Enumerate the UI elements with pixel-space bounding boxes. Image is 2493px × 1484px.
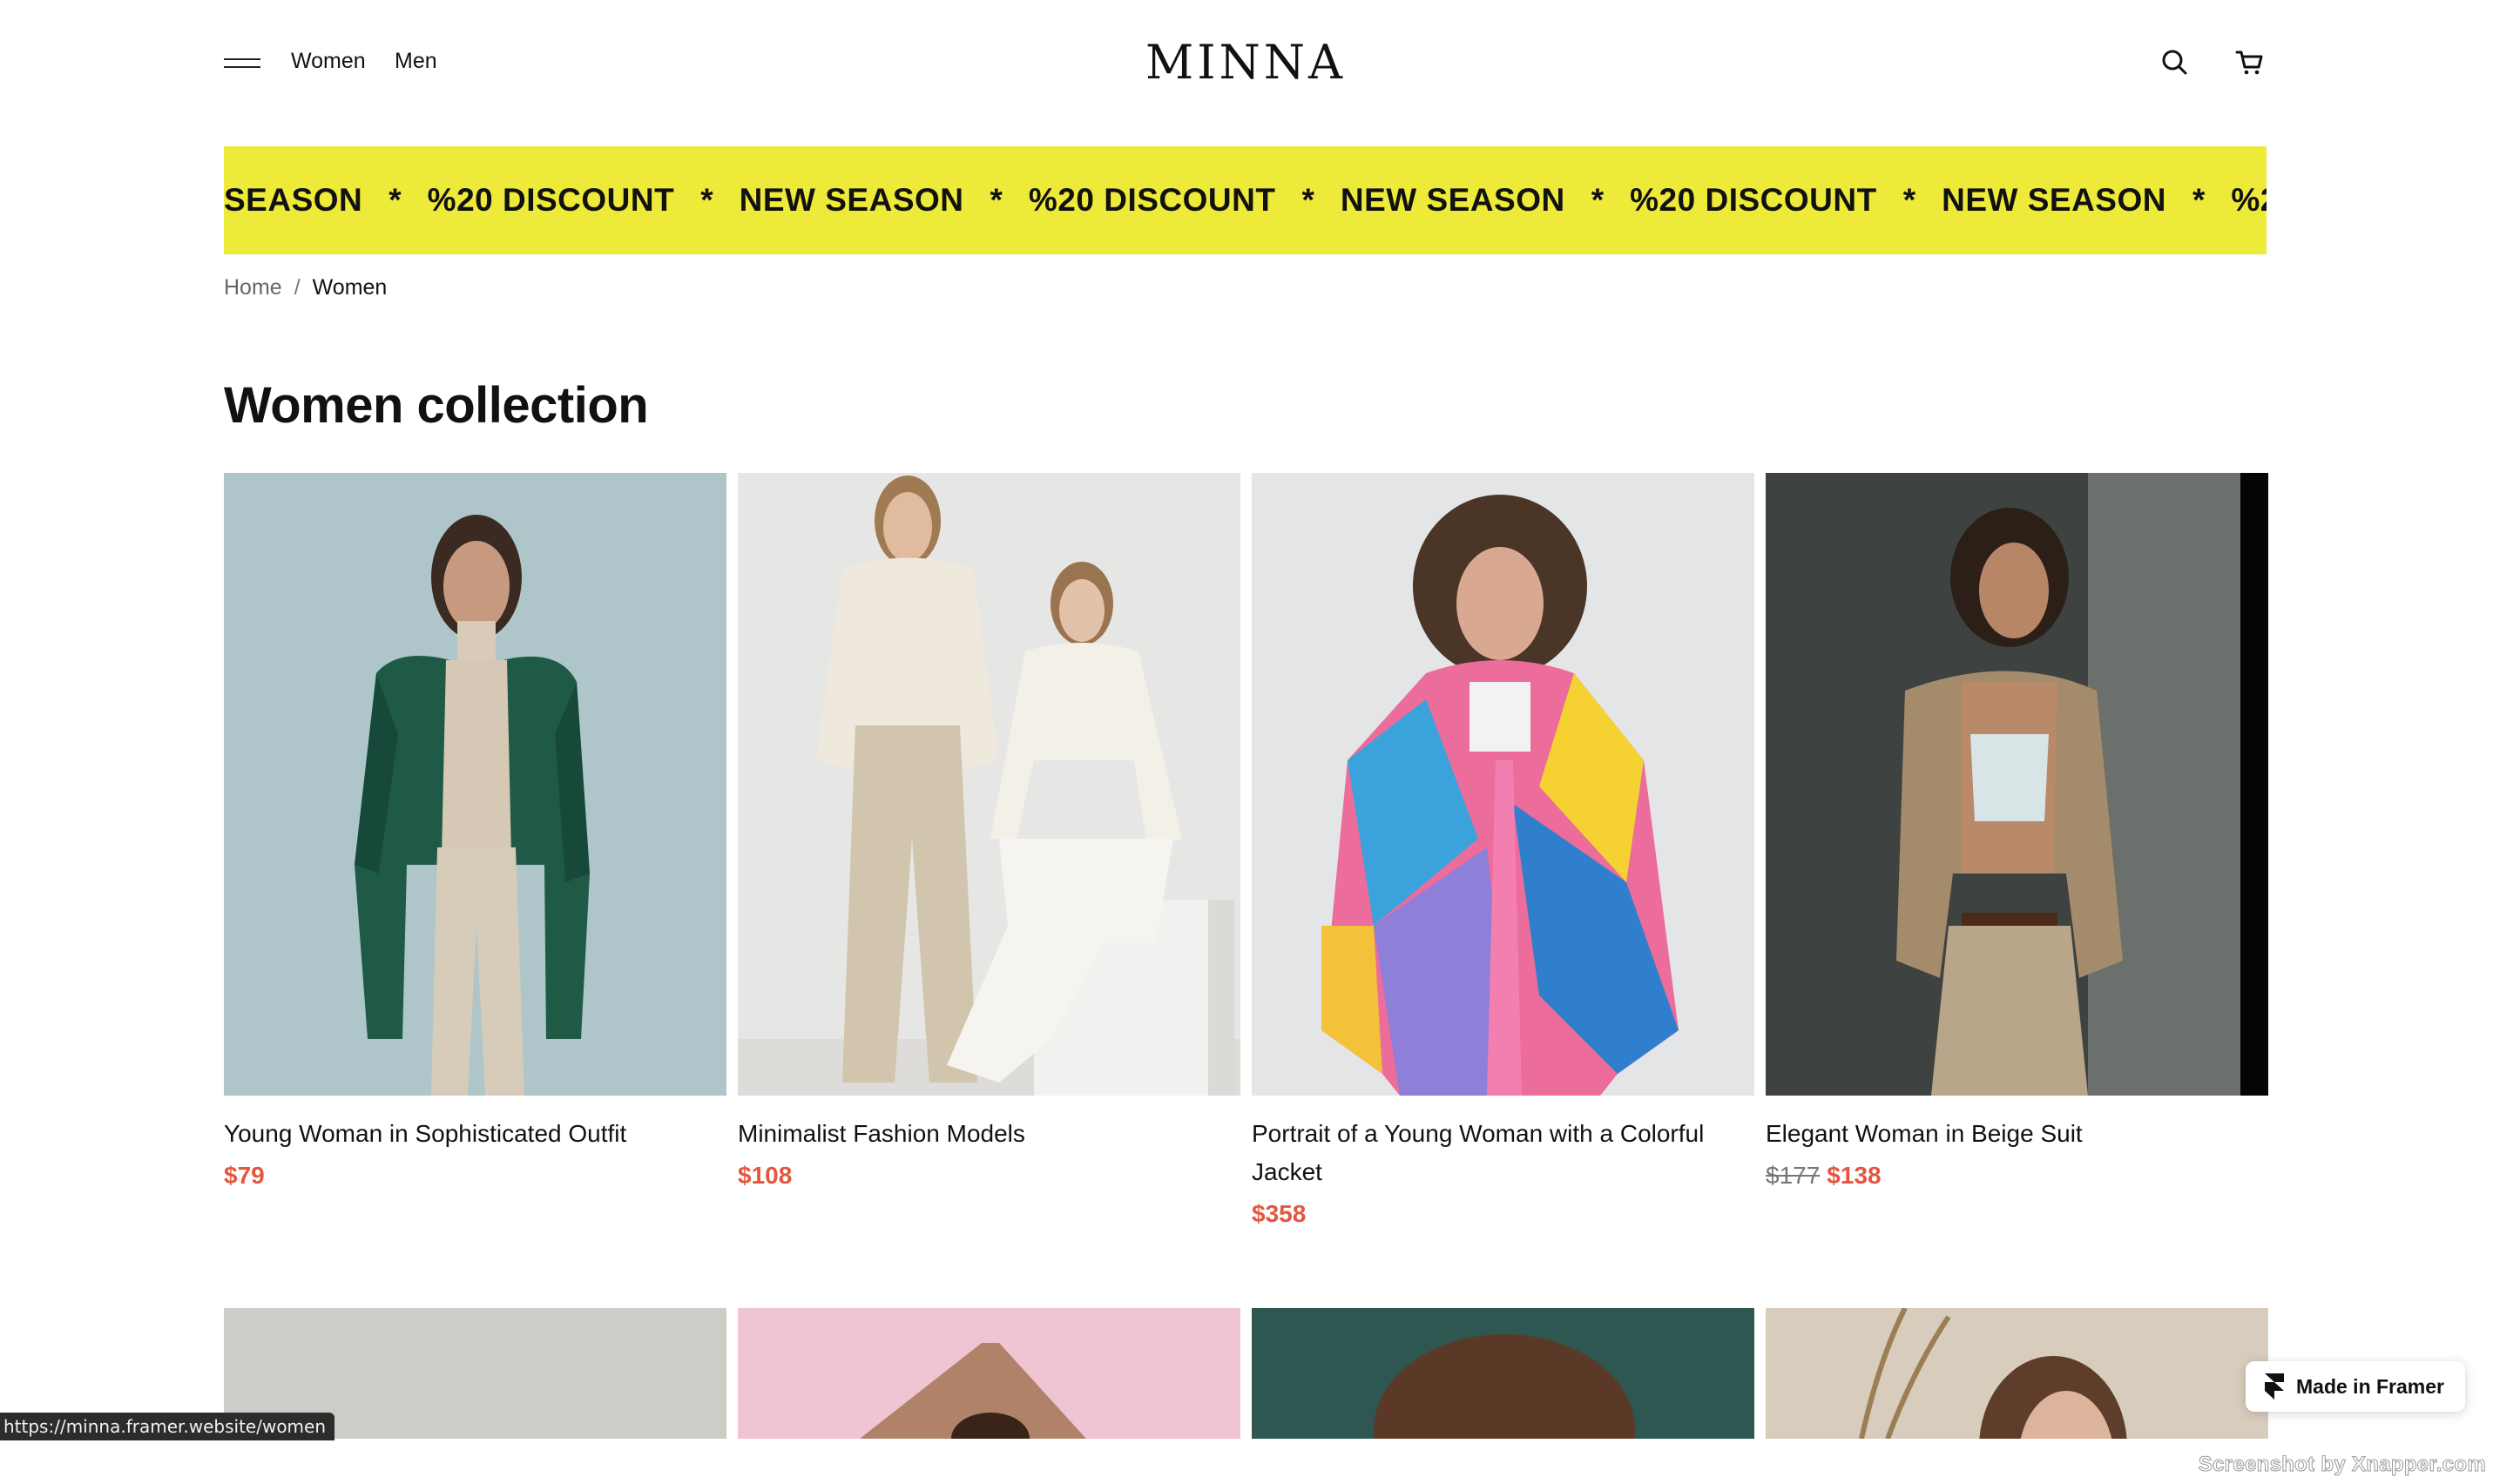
product-name[interactable]: Young Woman in Sophisticated Outfit [224,1115,726,1153]
product-price: $79 [224,1162,265,1189]
marquee-item: NEW SEASON [739,182,964,218]
nav-women-link[interactable]: Women [291,49,366,74]
product-price: $358 [1252,1200,1307,1227]
product-price: $108 [738,1162,793,1189]
watermark: Screenshot by Xnapper.com [2198,1453,2486,1477]
marquee-separator: * [388,182,402,218]
nav-men-link[interactable]: Men [395,49,437,74]
marquee-item: NEW SEASON [1340,182,1565,218]
marquee-item: %20 DISCO [2231,182,2267,218]
product-image[interactable] [738,1308,1240,1439]
marquee-separator: * [2192,182,2206,218]
product-price-row: $358 [1252,1200,1754,1228]
marquee-item: NEW SEASON [1942,182,2166,218]
product-card[interactable]: Elegant Woman in Beige Suit $177 $138 [1766,473,2268,1190]
marquee-separator: * [1301,182,1314,218]
page-bottom [0,1440,2493,1484]
marquee-separator: * [1902,182,1916,218]
marquee-item: %20 DISCOUNT [1630,182,1877,218]
product-name[interactable]: Minimalist Fashion Models [738,1115,1240,1153]
product-card[interactable]: Young Woman in Sophisticated Outfit $79 [224,473,726,1190]
product-price-row: $177 $138 [1766,1162,2268,1190]
marquee-track: SEASON * %20 DISCOUNT * NEW SEASON * %20 DISCO… [224,146,2267,254]
promo-marquee: SEASON * %20 DISCOUNT * NEW SEASON * %20 DISCO… [224,146,2267,254]
product-price: $138 [1827,1162,1882,1189]
product-image[interactable] [1766,473,2268,1096]
marquee-item: SEASON [224,182,363,218]
product-image[interactable] [1252,1308,1754,1439]
search-icon[interactable] [2158,45,2192,80]
menu-icon[interactable] [224,54,260,71]
breadcrumb: Home / Women [224,275,387,300]
site-logo[interactable]: MINNA [1145,35,1346,90]
product-name[interactable]: Portrait of a Young Woman with a Colorfu… [1252,1115,1754,1191]
framer-badge-label: Made in Framer [2296,1374,2444,1398]
breadcrumb-home[interactable]: Home [224,275,282,300]
product-old-price: $177 [1766,1162,1821,1189]
product-card[interactable]: Portrait of a Young Woman with a Colorfu… [1252,473,1754,1228]
product-price-row: $108 [738,1162,1240,1190]
marquee-item: %20 DISCOUNT [427,182,675,218]
site-header: Women Men MINNA [224,31,2267,94]
product-image[interactable] [1766,1308,2268,1439]
product-name[interactable]: Elegant Woman in Beige Suit [1766,1115,2268,1153]
breadcrumb-separator: / [294,275,301,300]
cart-icon[interactable] [2233,45,2267,80]
marquee-separator: * [1591,182,1605,218]
marquee-separator: * [990,182,1003,218]
product-card[interactable]: Minimalist Fashion Models $108 [738,473,1240,1190]
status-bar-url: https://minna.framer.website/women [0,1413,335,1440]
marquee-item: %20 DISCOUNT [1028,182,1276,218]
breadcrumb-current: Women [312,275,388,300]
marquee-separator: * [700,182,713,218]
product-image[interactable] [1252,473,1754,1096]
product-price-row: $79 [224,1162,726,1190]
made-in-framer-badge[interactable]: Made in Framer [2246,1361,2465,1412]
page-title: Women collection [224,377,649,434]
framer-icon [2265,1373,2284,1400]
product-image[interactable] [224,473,726,1096]
product-image[interactable] [738,473,1240,1096]
